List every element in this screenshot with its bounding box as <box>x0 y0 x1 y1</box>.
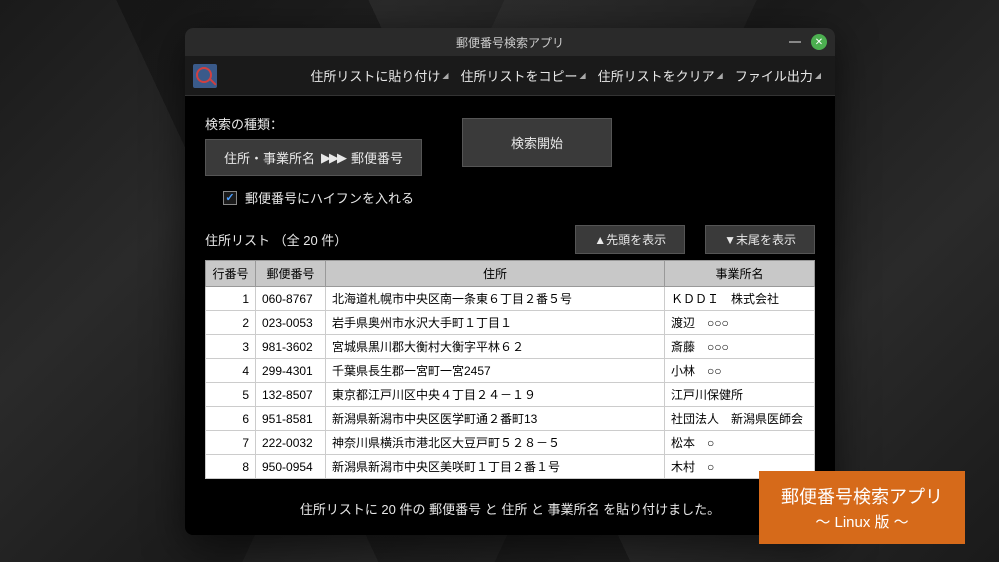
scroll-top-button[interactable]: ▲先頭を表示 <box>575 225 685 254</box>
table-row[interactable]: 3981-3602宮城県黒川郡大衡村大衡字平林６２斎藤 ○○○ <box>206 335 815 359</box>
cell-postal: 981-3602 <box>256 335 326 359</box>
table-row[interactable]: 2023-0053岩手県奥州市水沢大手町１丁目１渡辺 ○○○ <box>206 311 815 335</box>
cell-address: 岩手県奥州市水沢大手町１丁目１ <box>326 311 665 335</box>
cell-address: 新潟県新潟市中央区美咲町１丁目２番１号 <box>326 455 665 479</box>
minimize-icon[interactable] <box>789 41 801 43</box>
status-message: 住所リストに 20 件の 郵便番号 と 住所 と 事業所名 を貼り付けました。 <box>205 499 815 518</box>
col-address: 住所 <box>326 261 665 287</box>
table-row[interactable]: 7222-0032神奈川県横浜市港北区大豆戸町５２８－５松本 ○ <box>206 431 815 455</box>
titlebar: 郵便番号検索アプリ ✕ <box>185 28 835 56</box>
cell-row: 4 <box>206 359 256 383</box>
cell-row: 3 <box>206 335 256 359</box>
cell-postal: 132-8507 <box>256 383 326 407</box>
toolbar-export-button[interactable]: ファイル出力◢ <box>729 62 827 89</box>
hyphen-checkbox[interactable] <box>223 191 237 205</box>
cell-office: 斎藤 ○○○ <box>665 335 815 359</box>
col-postal: 郵便番号 <box>256 261 326 287</box>
product-badge: 郵便番号検索アプリ ～ Linux 版 ～ <box>759 471 965 544</box>
cell-office: 社団法人 新潟県医師会 <box>665 407 815 431</box>
hyphen-checkbox-label: 郵便番号にハイフンを入れる <box>245 188 414 207</box>
table-row[interactable]: 4299-4301千葉県長生郡一宮町一宮2457小林 ○○ <box>206 359 815 383</box>
search-direction-button[interactable]: 住所・事業所名 ▶▶▶ 郵便番号 <box>205 139 422 176</box>
window-title: 郵便番号検索アプリ <box>456 34 564 51</box>
cell-postal: 060-8767 <box>256 287 326 311</box>
cell-postal: 222-0032 <box>256 431 326 455</box>
col-row: 行番号 <box>206 261 256 287</box>
arrow-right-icon: ▶▶▶ <box>321 150 345 166</box>
table-row[interactable]: 6951-8581新潟県新潟市中央区医学町通２番町13社団法人 新潟県医師会 <box>206 407 815 431</box>
cell-postal: 950-0954 <box>256 455 326 479</box>
cell-row: 6 <box>206 407 256 431</box>
cell-address: 宮城県黒川郡大衡村大衡字平林６２ <box>326 335 665 359</box>
toolbar: 住所リストに貼り付け◢ 住所リストをコピー◢ 住所リストをクリア◢ ファイル出力… <box>185 56 835 96</box>
cell-address: 千葉県長生郡一宮町一宮2457 <box>326 359 665 383</box>
badge-title: 郵便番号検索アプリ <box>781 483 943 509</box>
cell-postal: 299-4301 <box>256 359 326 383</box>
badge-subtitle: ～ Linux 版 ～ <box>781 511 943 532</box>
address-table: 行番号 郵便番号 住所 事業所名 1060-8767北海道札幌市中央区南一条東６… <box>205 260 815 479</box>
cell-row: 5 <box>206 383 256 407</box>
cell-row: 7 <box>206 431 256 455</box>
cell-office: 渡辺 ○○○ <box>665 311 815 335</box>
app-window: 郵便番号検索アプリ ✕ 住所リストに貼り付け◢ 住所リストをコピー◢ 住所リスト… <box>185 28 835 535</box>
toolbar-paste-button[interactable]: 住所リストに貼り付け◢ <box>304 62 454 89</box>
search-start-button[interactable]: 検索開始 <box>462 118 612 167</box>
cell-address: 北海道札幌市中央区南一条東６丁目２番５号 <box>326 287 665 311</box>
cell-address: 東京都江戸川区中央４丁目２４－１９ <box>326 383 665 407</box>
cell-address: 新潟県新潟市中央区医学町通２番町13 <box>326 407 665 431</box>
table-row[interactable]: 5132-8507東京都江戸川区中央４丁目２４－１９江戸川保健所 <box>206 383 815 407</box>
table-row[interactable]: 1060-8767北海道札幌市中央区南一条東６丁目２番５号ＫＤＤＩ 株式会社 <box>206 287 815 311</box>
cell-office: 小林 ○○ <box>665 359 815 383</box>
cell-office: 江戸川保健所 <box>665 383 815 407</box>
cell-office: 松本 ○ <box>665 431 815 455</box>
cell-postal: 951-8581 <box>256 407 326 431</box>
cell-postal: 023-0053 <box>256 311 326 335</box>
app-search-icon <box>193 64 217 88</box>
cell-address: 神奈川県横浜市港北区大豆戸町５２８－５ <box>326 431 665 455</box>
table-row[interactable]: 8950-0954新潟県新潟市中央区美咲町１丁目２番１号木村 ○ <box>206 455 815 479</box>
cell-office: ＫＤＤＩ 株式会社 <box>665 287 815 311</box>
toolbar-copy-button[interactable]: 住所リストをコピー◢ <box>454 62 591 89</box>
close-icon[interactable]: ✕ <box>811 34 827 50</box>
cell-row: 8 <box>206 455 256 479</box>
list-count-label: 住所リスト （全 20 件） <box>205 230 347 249</box>
toolbar-clear-button[interactable]: 住所リストをクリア◢ <box>592 62 729 89</box>
col-office: 事業所名 <box>665 261 815 287</box>
scroll-bottom-button[interactable]: ▼末尾を表示 <box>705 225 815 254</box>
cell-row: 2 <box>206 311 256 335</box>
cell-row: 1 <box>206 287 256 311</box>
search-type-label: 検索の種類： <box>205 114 422 133</box>
